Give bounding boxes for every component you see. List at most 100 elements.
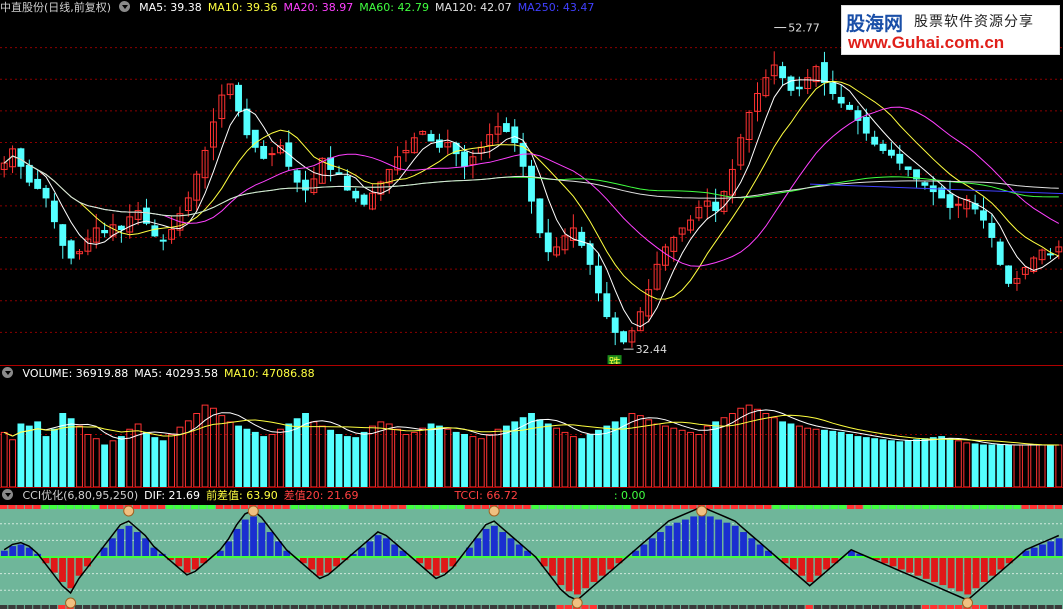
signal-tick-top	[963, 505, 971, 509]
candle-body	[595, 265, 602, 294]
signal-tick-top	[406, 505, 415, 509]
volume-bar	[1038, 444, 1046, 487]
signal-tick-top	[240, 505, 249, 509]
cci-bar	[914, 557, 922, 576]
candle-body	[50, 200, 58, 223]
cci-panel-toggle-icon[interactable]	[2, 489, 13, 500]
volume-bar	[821, 429, 828, 487]
signal-tick-bottom	[49, 605, 58, 609]
volume-bar	[402, 434, 410, 487]
candle-body	[954, 203, 962, 206]
cci-bar	[50, 557, 58, 573]
volume-bar	[42, 436, 50, 487]
candle-body	[837, 96, 845, 104]
indicator-label: MA60: 42.79	[359, 1, 429, 14]
volume-bar	[461, 434, 468, 487]
signal-tick-top	[274, 505, 282, 509]
cci-bar	[225, 541, 233, 557]
volume-bar	[854, 436, 862, 487]
volume-bar	[318, 425, 326, 487]
volume-bar	[578, 438, 586, 487]
volume-bar	[193, 413, 201, 487]
cci-bar	[607, 557, 615, 570]
signal-tick-top	[672, 505, 680, 509]
candle-body	[603, 293, 611, 318]
candle-body	[846, 104, 853, 110]
volume-bar	[243, 428, 251, 487]
signal-tick-bottom	[99, 605, 107, 609]
cci-bar	[814, 557, 822, 576]
volume-bar	[343, 436, 351, 487]
signal-tick-top	[83, 505, 91, 509]
signal-tick-top	[373, 505, 382, 509]
cci-bar	[324, 557, 332, 573]
volume-bar	[143, 431, 150, 487]
signal-tick-top	[921, 505, 930, 509]
volume-bar	[561, 431, 569, 487]
volume-bar	[352, 437, 360, 487]
signal-tick-bottom	[340, 605, 348, 609]
signal-tick-bottom	[465, 605, 473, 609]
volume-bar	[620, 417, 628, 487]
indicator-label: MA120: 42.07	[434, 1, 512, 14]
signal-tick-bottom	[91, 605, 99, 609]
cci-bar	[125, 525, 133, 557]
candle-body	[887, 149, 895, 156]
candle-body	[293, 170, 301, 183]
signal-tick-top	[174, 505, 182, 509]
signal-tick-top	[847, 505, 855, 509]
volume-bar	[754, 408, 761, 487]
volume-bar	[210, 407, 217, 487]
hand-signal-icon	[247, 505, 259, 517]
signal-tick-top	[1029, 505, 1038, 509]
signal-tick-top	[456, 505, 465, 509]
volume-panel-toggle-icon[interactable]	[2, 367, 13, 378]
cci-bar	[192, 557, 199, 570]
volume-bar	[268, 434, 276, 487]
volume-bar	[996, 444, 1004, 487]
candle-body	[896, 153, 904, 164]
volume-bar	[101, 444, 109, 487]
cci-bar	[67, 557, 75, 589]
signal-tick-top	[880, 505, 888, 509]
volume-bar	[946, 438, 954, 487]
signal-tick-top	[382, 505, 390, 509]
high-label: 52.77	[788, 22, 820, 35]
volume-bar	[737, 407, 745, 487]
signal-tick-bottom	[1013, 605, 1021, 609]
cci-header: CCI优化(6,80,95,250) DIF: 21.69 前差值: 63.90 差值…	[0, 488, 1063, 504]
signal-tick-bottom	[689, 605, 697, 609]
signal-tick-bottom	[589, 605, 597, 609]
volume-bar	[486, 434, 494, 487]
cci-bar	[108, 538, 116, 557]
volume-bar	[410, 431, 418, 487]
signal-tick-bottom	[1004, 605, 1013, 609]
signal-label: 跌	[609, 355, 621, 364]
cci-bar	[59, 557, 66, 582]
volume-bar	[251, 431, 259, 487]
signal-tick-top	[149, 505, 157, 509]
signal-tick-top	[215, 505, 224, 509]
price-panel-toggle-icon[interactable]	[118, 1, 130, 12]
signal-tick-top	[747, 505, 755, 509]
signal-tick-top	[224, 505, 232, 509]
cci-panel: CCI优化(6,80,95,250) DIF: 21.69 前差值: 63.90 差值…	[0, 488, 1063, 609]
signal-tick-bottom	[539, 605, 548, 609]
volume-bar	[159, 440, 167, 487]
signal-tick-top	[1038, 505, 1046, 509]
hand-signal-icon	[961, 597, 973, 609]
volume-bar	[904, 440, 912, 487]
signal-tick-top	[199, 505, 207, 509]
volume-bar	[670, 427, 678, 487]
candlestick-chart: 52.77 32.44 跌	[0, 22, 1063, 364]
signal-tick-bottom	[215, 605, 224, 609]
signal-tick-top	[772, 505, 780, 509]
candle-body	[511, 126, 519, 144]
volume-bar	[9, 439, 16, 487]
volume-bar	[151, 437, 159, 487]
signal-tick-bottom	[847, 605, 855, 609]
cci-bar	[756, 544, 764, 557]
signal-tick-bottom	[282, 605, 290, 609]
volume-bar	[310, 421, 318, 487]
cci-bar	[657, 532, 664, 557]
